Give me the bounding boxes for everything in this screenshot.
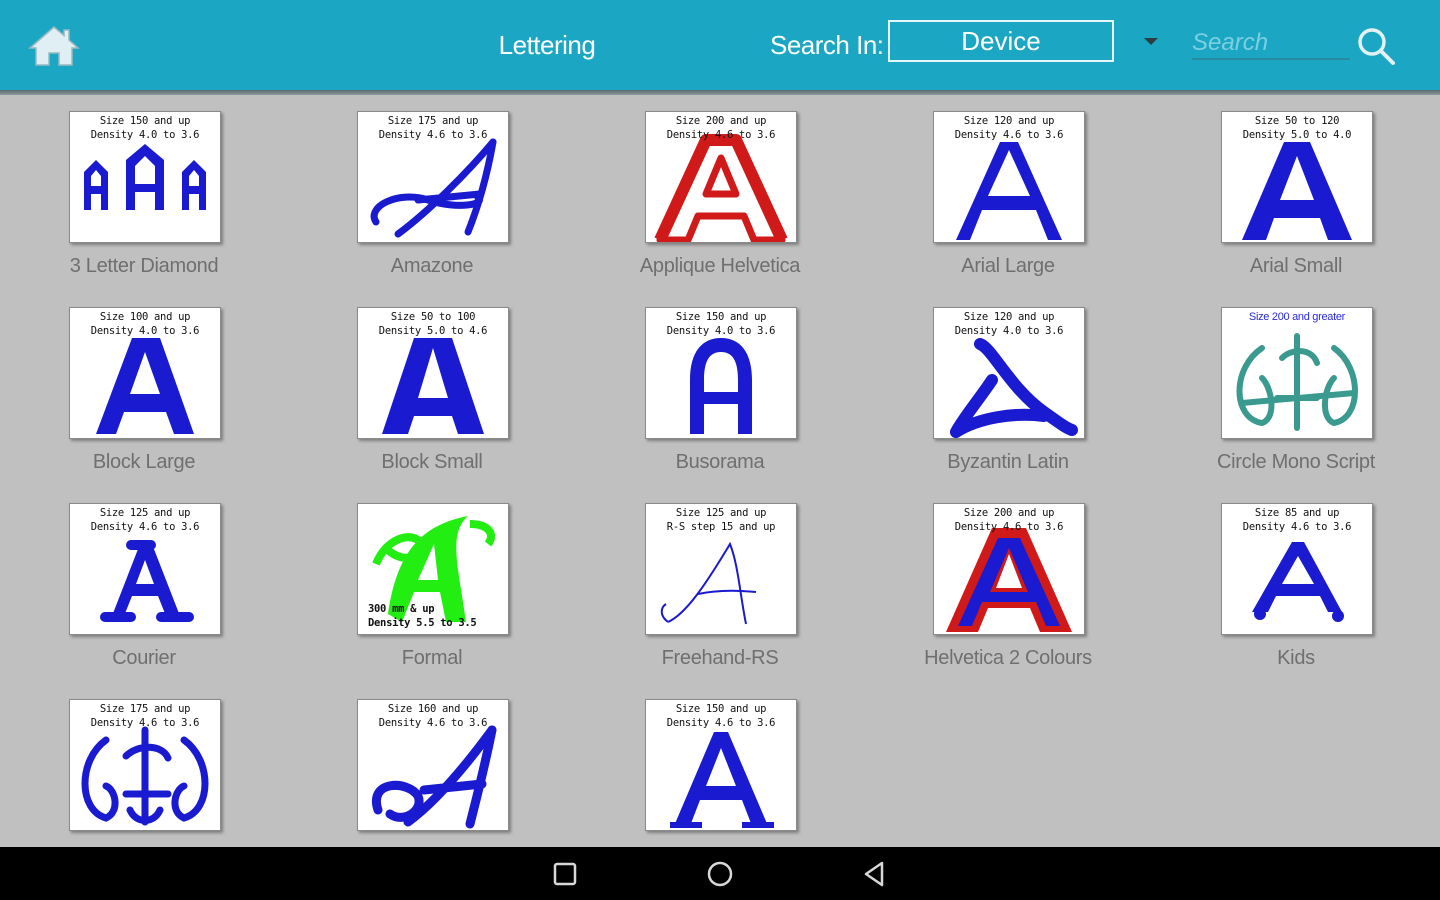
- font-tile[interactable]: Size 120 and up Density 4.6 to 3.6 Arial …: [864, 95, 1152, 285]
- font-tile[interactable]: Size 200 and greater Circle Mono Script: [1152, 291, 1440, 481]
- font-tile[interactable]: Size 175 and up Density 4.6 to 3.6: [0, 683, 288, 847]
- font-size-info: Size 200 and up Density 4.6 to 3.6: [666, 115, 776, 141]
- font-name-label: Byzantin Latin: [947, 451, 1069, 473]
- font-size-info: Size 150 and up Density 4.0 to 3.6: [90, 115, 200, 141]
- font-thumbnail: Size 175 and up Density 4.6 to 3.6: [357, 111, 509, 243]
- search-in-select[interactable]: Device: [888, 20, 1114, 62]
- font-name-label: Circle Mono Script: [1217, 451, 1375, 473]
- font-thumbnail: Size 200 and greater: [1221, 307, 1373, 439]
- search-in-label: Search In:: [770, 30, 884, 60]
- font-size-info: Size 85 and up Density 4.6 to 3.6: [1242, 507, 1352, 533]
- font-thumbnail: 300 mm & up Density 5.5 to 3.5: [357, 503, 509, 635]
- back-button[interactable]: [860, 860, 890, 888]
- font-thumbnail: Size 120 and up Density 4.0 to 3.6: [933, 307, 1085, 439]
- font-tile[interactable]: Size 125 and up Density 4.6 to 3.6 Courie…: [0, 487, 288, 677]
- font-thumbnail: Size 125 and up R-S step 15 and up: [645, 503, 797, 635]
- font-name-label: Helvetica 2 Colours: [924, 647, 1092, 669]
- font-thumbnail: Size 150 and up Density 4.0 to 3.6: [645, 307, 797, 439]
- font-tile[interactable]: Size 100 and up Density 4.0 to 3.6 Block …: [0, 291, 288, 481]
- triangle-back-icon: [864, 861, 884, 887]
- font-tile[interactable]: 300 mm & up Density 5.5 to 3.5 Formal: [288, 487, 576, 677]
- font-size-info: Size 50 to 120 Density 5.0 to 4.0: [1242, 115, 1352, 141]
- font-size-info: Size 200 and up Density 4.6 to 3.6: [954, 507, 1064, 533]
- font-name-label: Arial Large: [961, 255, 1055, 277]
- home-icon: [28, 26, 80, 66]
- font-name-label: Block Large: [92, 451, 196, 473]
- font-thumbnail: Size 160 and up Density 4.6 to 3.6: [357, 699, 509, 831]
- search-input[interactable]: [1192, 28, 1350, 60]
- font-name-label: Arial Small: [1249, 255, 1343, 277]
- font-tile[interactable]: Size 120 and up Density 4.0 to 3.6 Byzant…: [864, 291, 1152, 481]
- font-thumbnail: Size 150 and up Density 4.6 to 3.6: [645, 699, 797, 831]
- font-size-info: 300 mm & up Density 5.5 to 3.5: [368, 603, 477, 629]
- font-thumbnail: Size 125 and up Density 4.6 to 3.6: [69, 503, 221, 635]
- font-size-info: Size 125 and up R-S step 15 and up: [666, 507, 776, 533]
- font-thumbnail: Size 85 and up Density 4.6 to 3.6: [1221, 503, 1373, 635]
- font-size-info: Size 50 to 100 Density 5.0 to 4.6: [378, 311, 488, 337]
- square-icon: [553, 862, 577, 886]
- font-thumbnail: Size 100 and up Density 4.0 to 3.6: [69, 307, 221, 439]
- font-name-label: Amazone: [390, 255, 474, 277]
- font-sample-glyph: [1236, 333, 1358, 431]
- font-thumbnail: Size 50 to 100 Density 5.0 to 4.6: [357, 307, 509, 439]
- home-button[interactable]: [28, 24, 80, 68]
- font-tile[interactable]: Size 175 and up Density 4.6 to 3.6 Amazon…: [288, 95, 576, 285]
- system-nav-bar: [0, 847, 1440, 900]
- font-name-label: Formal: [401, 647, 463, 669]
- font-tile[interactable]: Size 50 to 120 Density 5.0 to 4.0 Arial S…: [1152, 95, 1440, 285]
- font-size-info: Size 150 and up Density 4.0 to 3.6: [666, 311, 776, 337]
- font-tile[interactable]: Size 50 to 100 Density 5.0 to 4.6 Block S…: [288, 291, 576, 481]
- font-tile[interactable]: Size 150 and up Density 4.0 to 3.6 3 Lett…: [0, 95, 288, 285]
- font-size-info: Size 125 and up Density 4.6 to 3.6: [90, 507, 200, 533]
- chevron-down-icon[interactable]: [1144, 38, 1158, 45]
- font-thumbnail: Size 200 and up Density 4.6 to 3.6: [933, 503, 1085, 635]
- font-size-info: Size 175 and up Density 4.6 to 3.6: [90, 703, 200, 729]
- font-tile[interactable]: Size 160 and up Density 4.6 to 3.6: [288, 683, 576, 847]
- font-thumbnail: Size 175 and up Density 4.6 to 3.6: [69, 699, 221, 831]
- font-tile[interactable]: Size 125 and up R-S step 15 and up Freeha…: [576, 487, 864, 677]
- font-size-info: Size 100 and up Density 4.0 to 3.6: [90, 311, 200, 337]
- font-grid: Size 150 and up Density 4.0 to 3.6 3 Lett…: [0, 95, 1440, 847]
- font-tile[interactable]: Size 85 and up Density 4.6 to 3.6 Kids: [1152, 487, 1440, 677]
- font-tile[interactable]: Size 150 and up Density 4.6 to 3.6: [576, 683, 864, 847]
- font-tile[interactable]: Size 150 and up Density 4.0 to 3.6 Busora…: [576, 291, 864, 481]
- font-name-label: Busorama: [675, 451, 765, 473]
- page-title: Lettering: [498, 30, 596, 60]
- font-name-label: Courier: [112, 647, 176, 669]
- search-icon: [1358, 28, 1395, 65]
- font-thumbnail: Size 200 and up Density 4.6 to 3.6: [645, 111, 797, 243]
- font-size-info: Size 160 and up Density 4.6 to 3.6: [378, 703, 488, 729]
- font-name-label: Block Small: [381, 451, 483, 473]
- font-size-info: Size 120 and up Density 4.6 to 3.6: [954, 115, 1064, 141]
- font-name-label: Applique Helvetica: [639, 255, 801, 277]
- font-thumbnail: Size 50 to 120 Density 5.0 to 4.0: [1221, 111, 1373, 243]
- app-header: Lettering Search In: Device: [0, 0, 1440, 90]
- nav-home-button[interactable]: [705, 860, 735, 888]
- font-tile[interactable]: Size 200 and up Density 4.6 to 3.6 Helvet…: [864, 487, 1152, 677]
- font-name-label: Freehand-RS: [661, 647, 779, 669]
- font-size-info: Size 175 and up Density 4.6 to 3.6: [378, 115, 488, 141]
- font-thumbnail: Size 120 and up Density 4.6 to 3.6: [933, 111, 1085, 243]
- search-button[interactable]: [1356, 26, 1396, 66]
- font-name-label: Kids: [1277, 647, 1315, 669]
- font-tile[interactable]: Size 200 and up Density 4.6 to 3.6 Appliq…: [576, 95, 864, 285]
- circle-icon: [707, 861, 733, 887]
- recents-button[interactable]: [550, 860, 580, 888]
- font-size-info: Size 200 and greater: [1248, 311, 1346, 323]
- font-size-info: Size 120 and up Density 4.0 to 3.6: [954, 311, 1064, 337]
- font-thumbnail: Size 150 and up Density 4.0 to 3.6: [69, 111, 221, 243]
- font-name-label: 3 Letter Diamond: [69, 255, 219, 277]
- font-size-info: Size 150 and up Density 4.6 to 3.6: [666, 703, 776, 729]
